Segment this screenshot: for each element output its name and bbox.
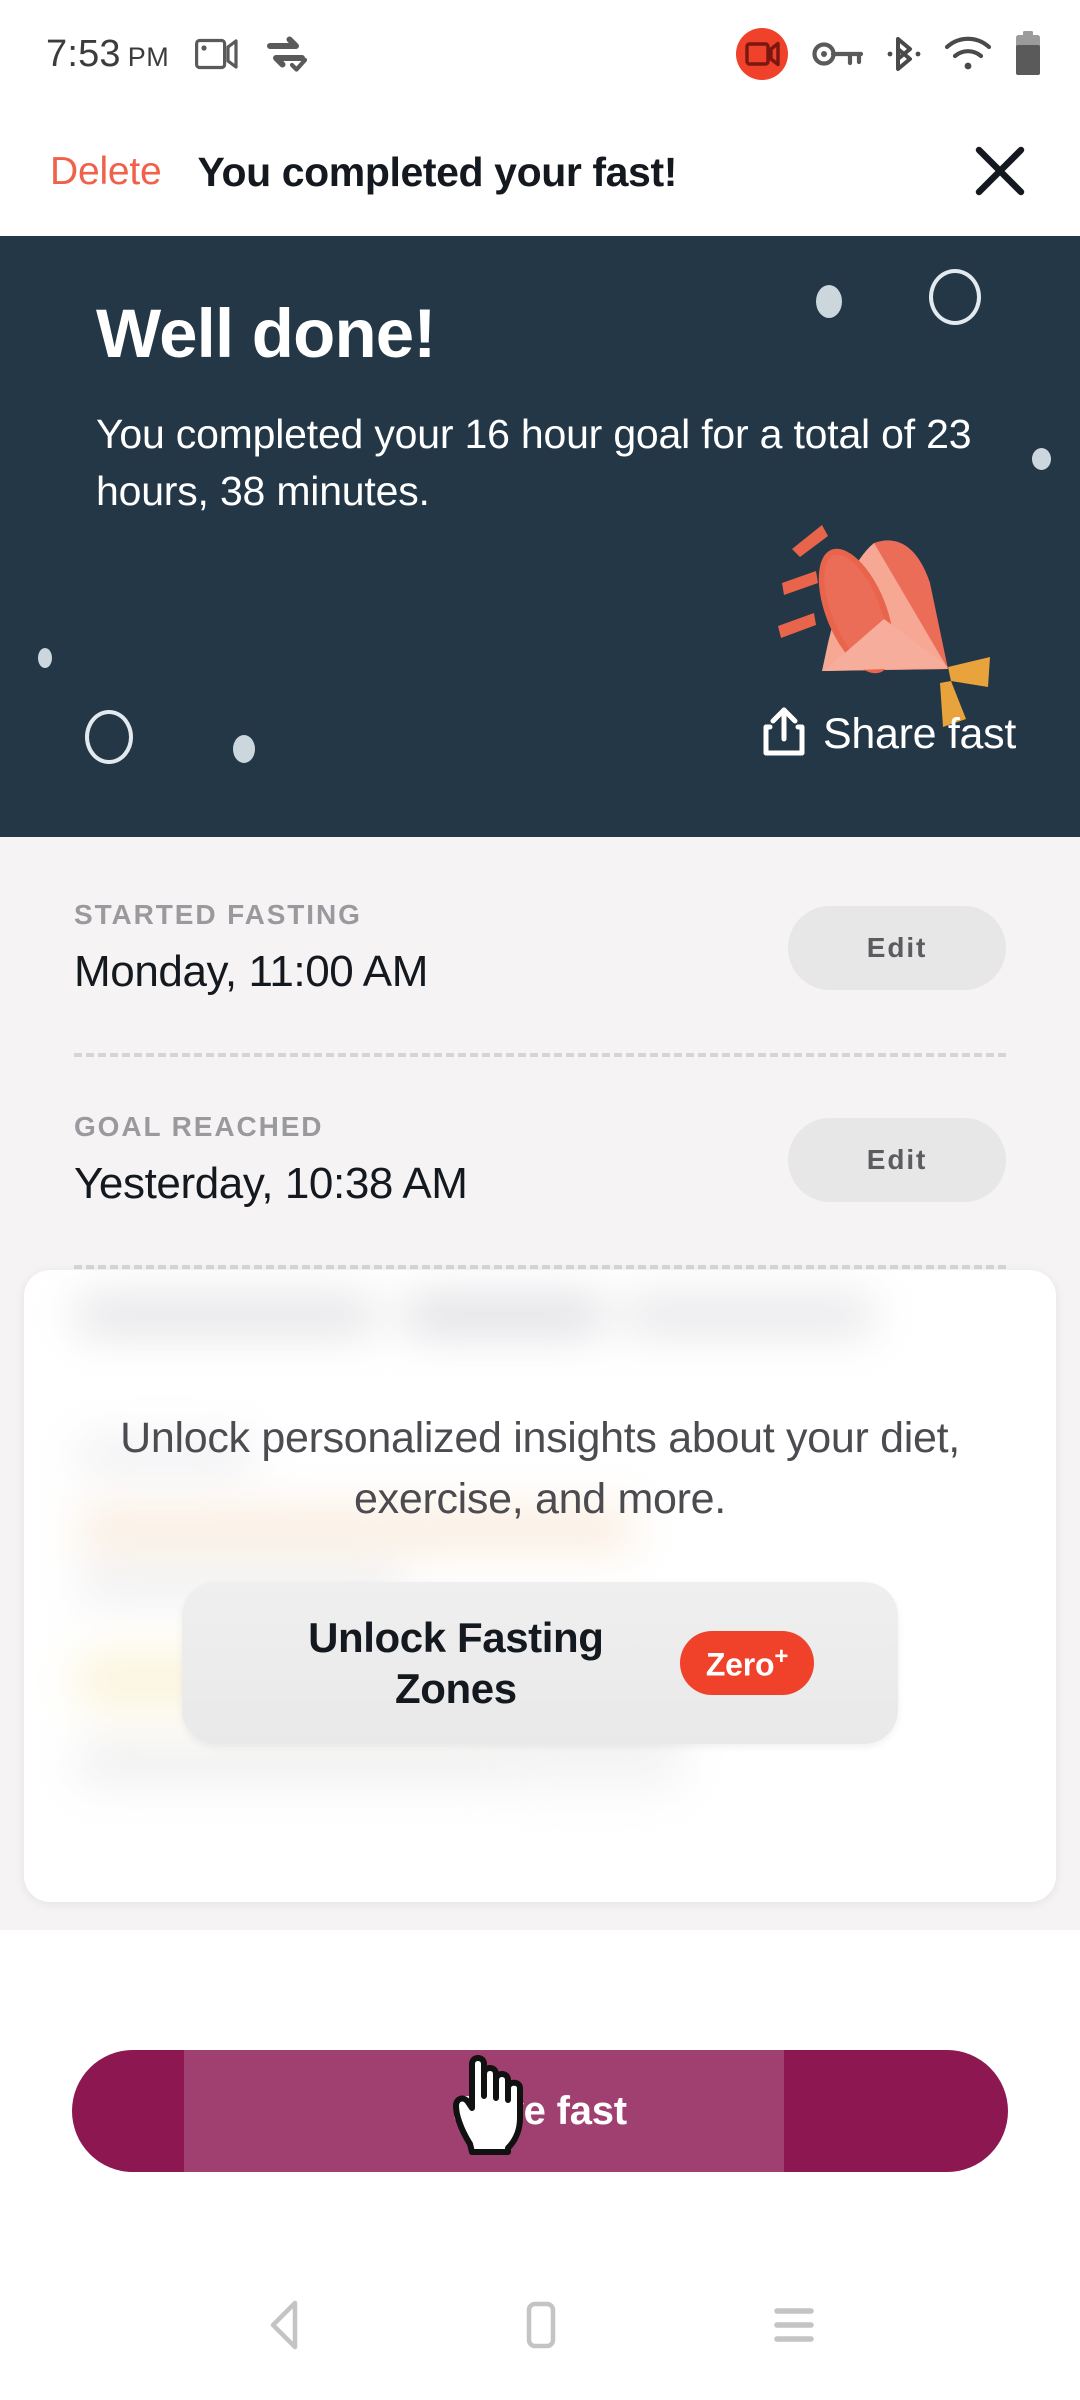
locked-card-overlay: Unlock personalized insights about your … [24, 1270, 1056, 1902]
vpn-key-icon [812, 37, 864, 71]
zero-badge-text: Zero [705, 1646, 775, 1683]
share-fast-button[interactable]: Share fast [761, 706, 1016, 763]
row-value: Monday, 11:00 AM [74, 947, 428, 996]
edit-started-fasting-button[interactable]: Edit [788, 906, 1006, 990]
close-icon [971, 142, 1029, 203]
started-fasting-block: Started fasting Monday, 11:00 AM [74, 899, 428, 997]
home-square-icon[interactable] [485, 2270, 595, 2380]
clock-ampm: PM [127, 41, 170, 72]
row-label: Started fasting [74, 899, 362, 930]
zero-plus-badge: Zero+ [679, 1630, 815, 1696]
decor-dot-3 [38, 648, 52, 668]
screen-recording-active-icon [734, 26, 790, 82]
app-bar: Delete You completed your fast! [0, 108, 1080, 236]
back-triangle-icon[interactable] [232, 2270, 342, 2380]
hero-subtitle: You completed your 16 hour goal for a to… [96, 411, 972, 515]
status-bar: 7:53 PM [0, 0, 1080, 108]
hero-text-block: Well done! You completed your 16 hour go… [0, 236, 1080, 520]
decor-ring-2 [85, 710, 133, 764]
goal-reached-block: Goal reached Yesterday, 10:38 AM [74, 1111, 468, 1209]
clock-time: 7:53 [46, 32, 121, 75]
table-row: Goal reached Yesterday, 10:38 AM Edit [0, 1057, 1080, 1209]
page-title: You completed your fast! [197, 148, 678, 195]
decor-dot-4 [233, 735, 255, 763]
share-icon [761, 706, 807, 763]
delete-button[interactable]: Delete [46, 144, 166, 200]
recents-menu-icon[interactable] [738, 2270, 848, 2380]
screen-record-icon [195, 37, 239, 71]
share-fast-label: Share fast [823, 710, 1016, 758]
app-screen: 7:53 PM Delete You completed your fast! … [0, 0, 1080, 2400]
status-bar-left: 7:53 PM [46, 33, 308, 76]
wifi-icon [944, 35, 992, 73]
row-label: Goal reached [74, 1111, 324, 1142]
save-fast-button[interactable]: Save fast [72, 2050, 1008, 2172]
locked-insights-card: Unlock personalized insights about your … [24, 1270, 1056, 1902]
bluetooth-icon [886, 33, 922, 75]
close-button[interactable] [964, 136, 1036, 208]
edit-goal-reached-button[interactable]: Edit [788, 1118, 1006, 1202]
unlock-button-label: Unlock Fasting Zones [308, 1613, 604, 1713]
zero-badge-plus: + [774, 1642, 789, 1670]
status-bar-clock: 7:53 PM [46, 33, 169, 76]
hero-title: Well done! [96, 295, 436, 372]
data-saver-icon [265, 35, 308, 73]
row-value: Yesterday, 10:38 AM [74, 1159, 468, 1208]
save-fast-label: Save fast [453, 2088, 627, 2133]
unlock-fasting-zones-button[interactable]: Unlock Fasting Zones Zero+ [182, 1582, 898, 1745]
celebration-hero: Well done! You completed your 16 hour go… [0, 236, 1080, 837]
save-section: Save fast [0, 1930, 1080, 2250]
battery-icon [1014, 31, 1042, 77]
divider [74, 1265, 1006, 1269]
status-bar-right [734, 26, 1042, 82]
android-nav-bar [0, 2250, 1080, 2400]
table-row: Started fasting Monday, 11:00 AM Edit [0, 837, 1080, 997]
locked-card-message: Unlock personalized insights about your … [120, 1414, 960, 1524]
